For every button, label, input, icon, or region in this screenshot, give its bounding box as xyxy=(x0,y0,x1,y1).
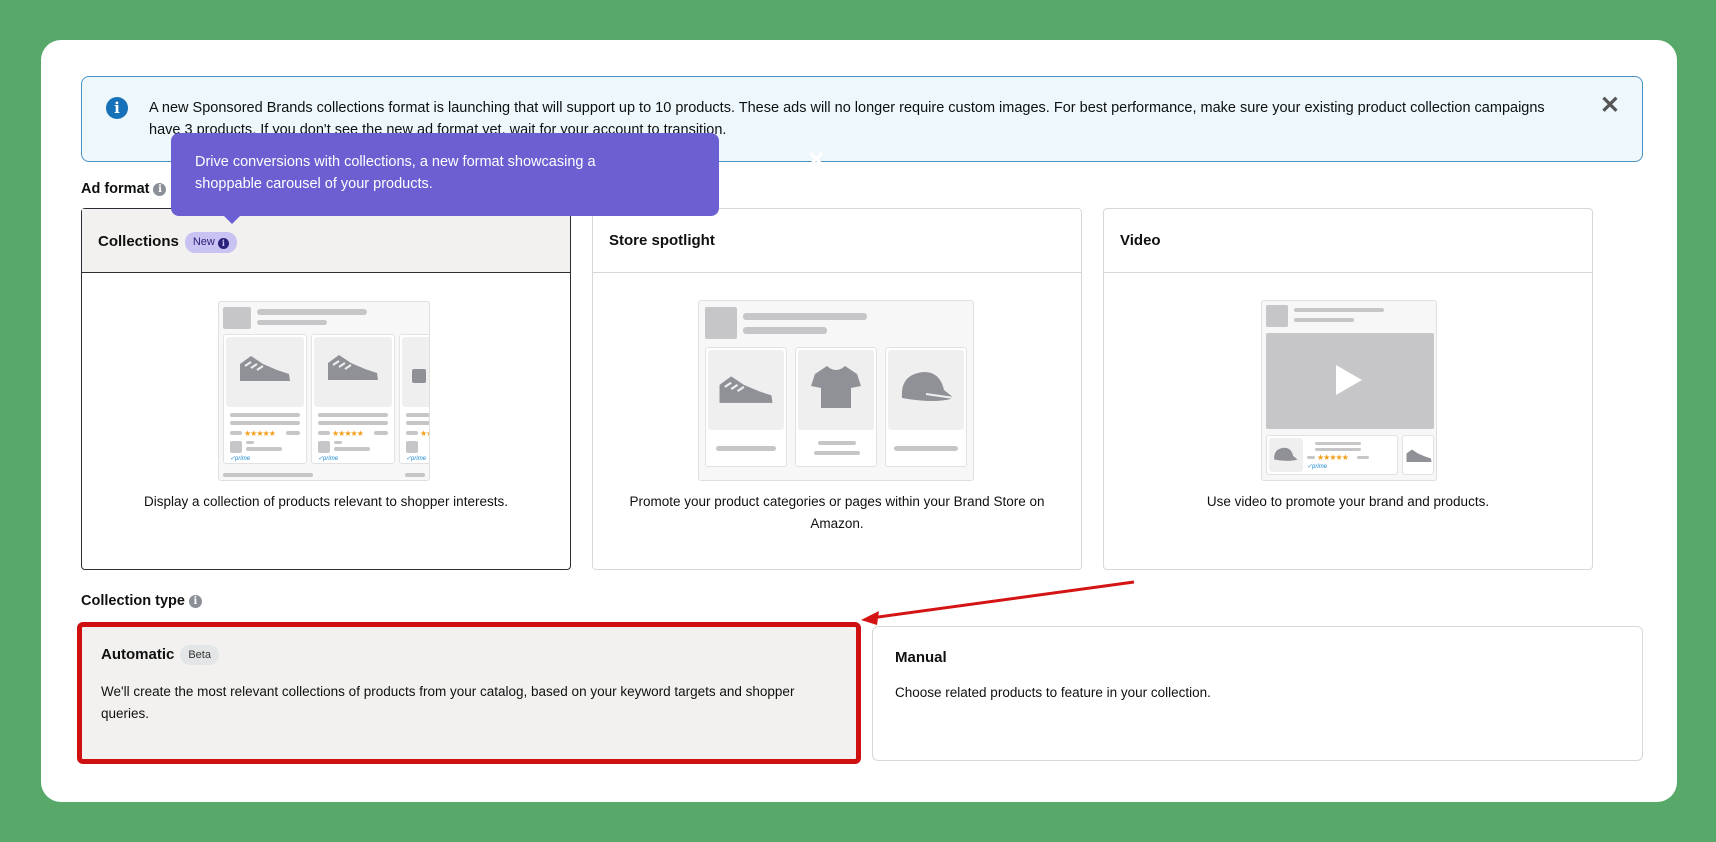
main-panel: i A new Sponsored Brands collections for… xyxy=(41,40,1677,802)
tooltip-text: Drive conversions with collections, a ne… xyxy=(195,154,596,192)
close-icon[interactable]: ✕ xyxy=(807,147,825,173)
collections-tooltip: Drive conversions with collections, a ne… xyxy=(171,133,825,224)
